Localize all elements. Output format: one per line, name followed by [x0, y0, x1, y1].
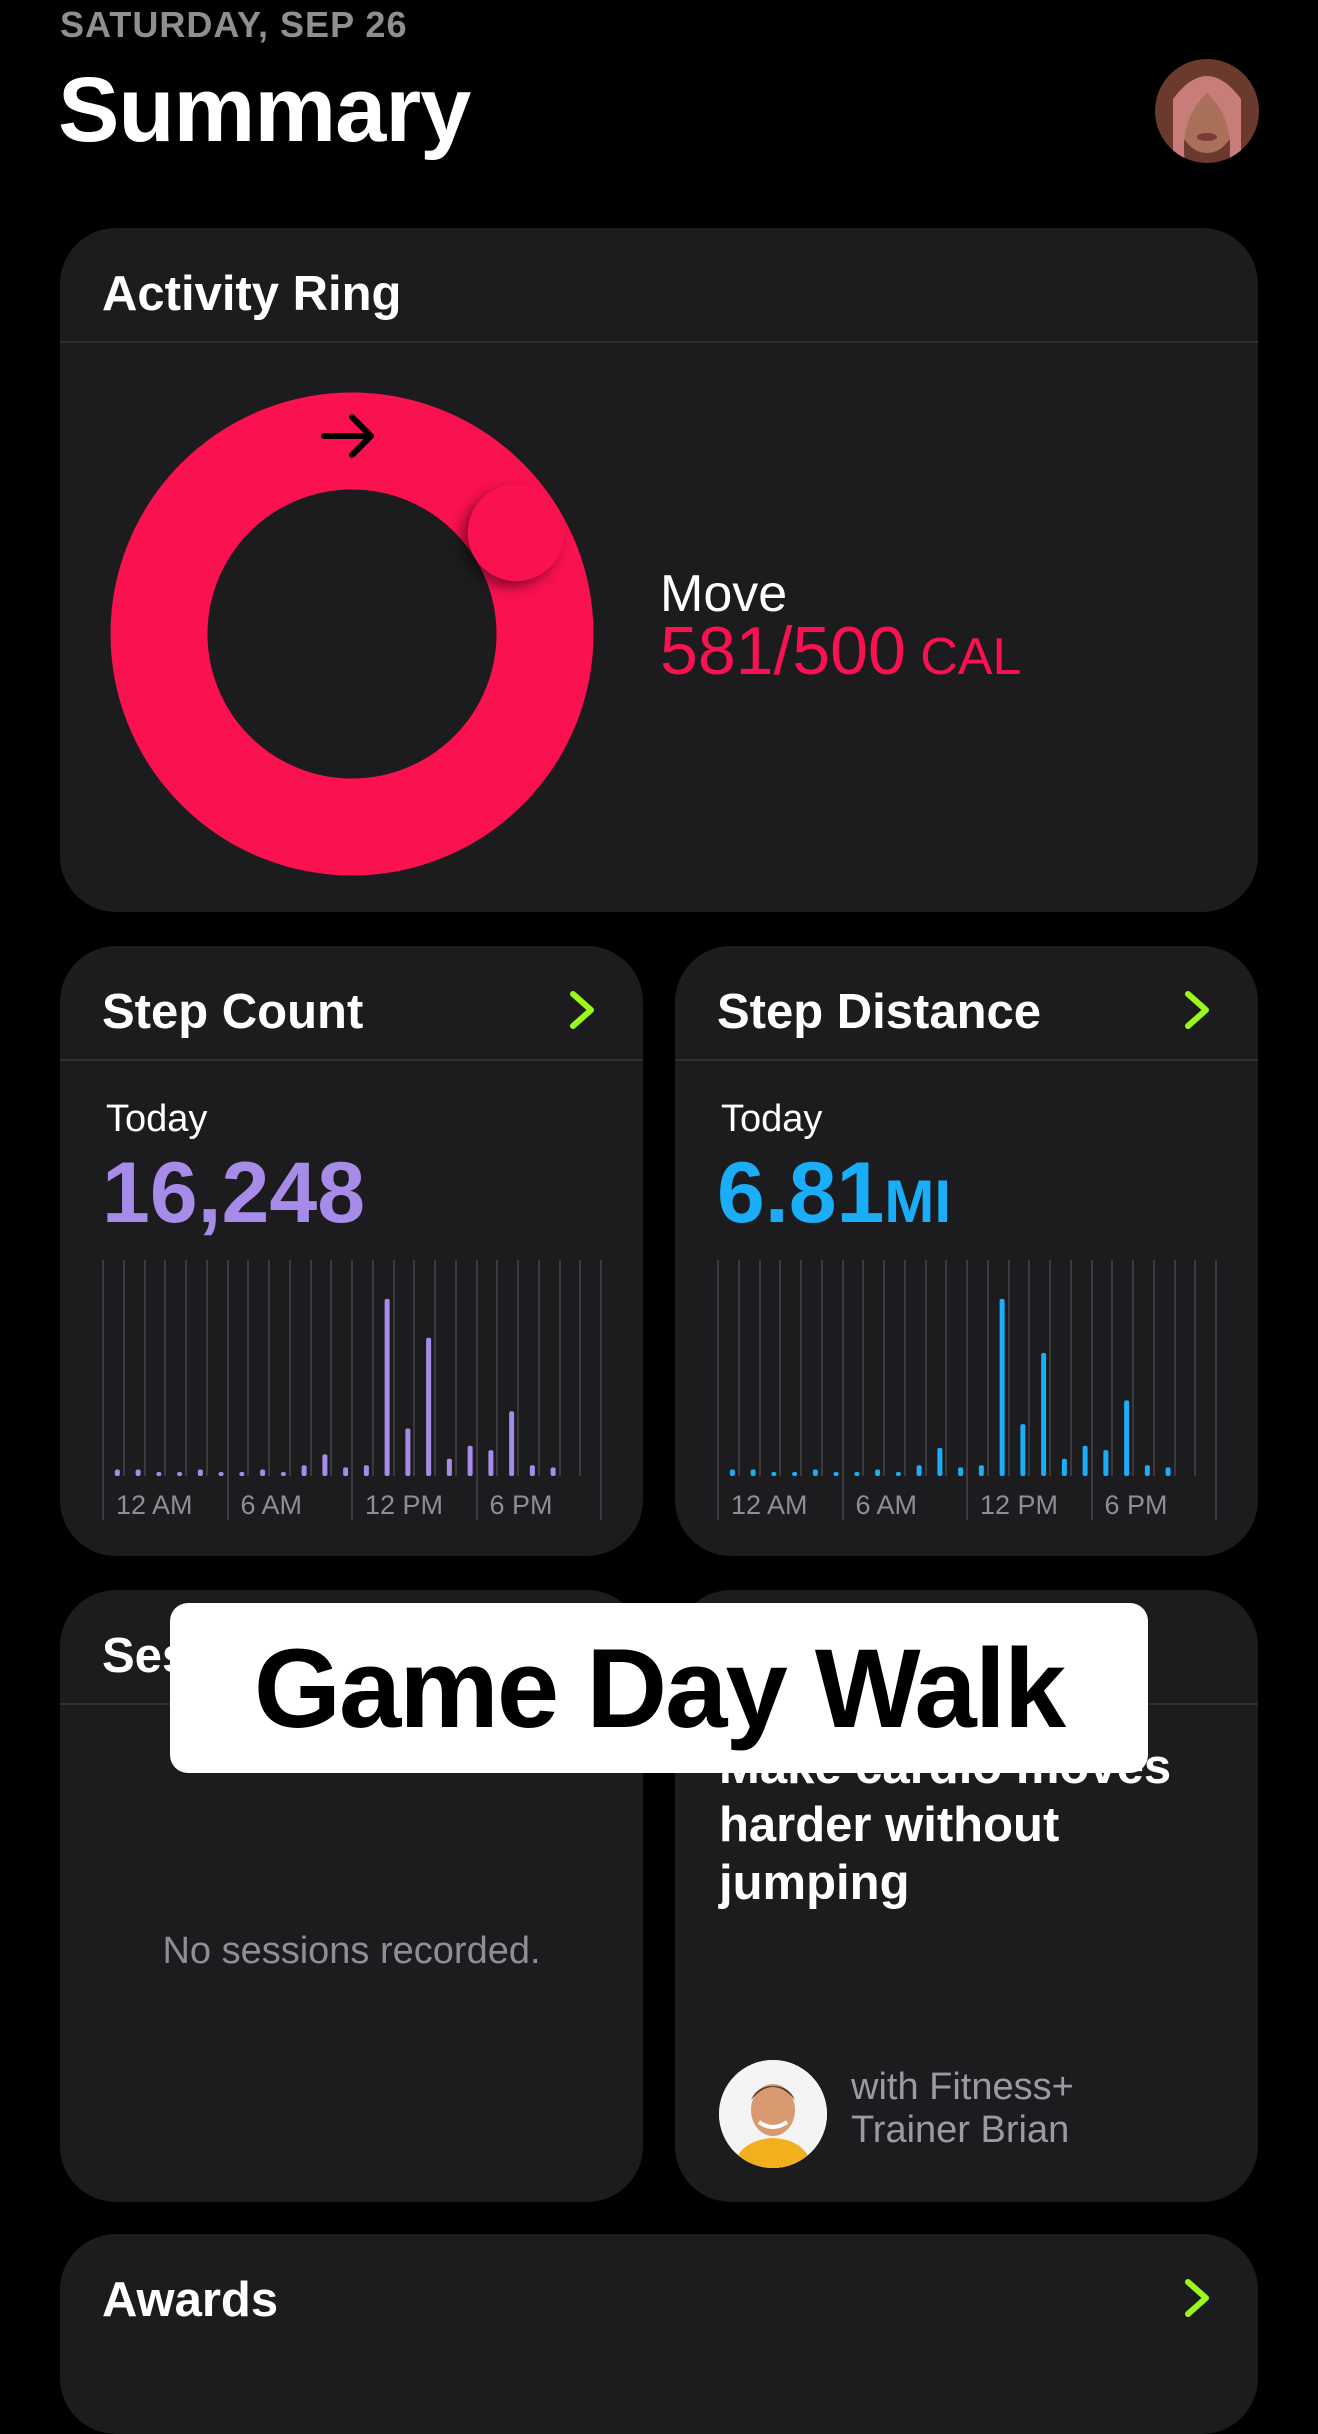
chart-bar [1041, 1352, 1047, 1476]
chart-bar [750, 1469, 756, 1476]
chart-bar [384, 1298, 390, 1476]
move-value: 581/500 CAL [660, 612, 1021, 690]
step-count-title: Step Count [102, 985, 364, 1039]
chart-bar [322, 1454, 328, 1476]
move-ring-overlap [467, 484, 565, 582]
move-unit: CAL [920, 628, 1022, 686]
chart-bar [467, 1445, 473, 1476]
chart-bar [854, 1472, 860, 1476]
step-distance-period: Today [721, 1098, 823, 1140]
step-distance-number: 6.81 [717, 1145, 885, 1241]
chart-bar [260, 1469, 266, 1476]
chart-bar [999, 1298, 1005, 1476]
chart-bar [1165, 1467, 1171, 1476]
date-label: SATURDAY, SEP 26 [60, 4, 408, 45]
chart-bar [529, 1465, 535, 1476]
chart-bar [301, 1465, 307, 1476]
chart-bar [405, 1428, 411, 1476]
chart-x-label: 6 AM [241, 1490, 303, 1520]
trainer-line-1: with Fitness+ [851, 2066, 1074, 2108]
trainer-text: with Fitness+ Trainer Brian [851, 2066, 1074, 2152]
chart-bar [1124, 1400, 1130, 1476]
chart-bar [239, 1472, 245, 1476]
chart-x-label: 12 AM [116, 1490, 193, 1520]
chevron-right-icon[interactable] [1182, 990, 1214, 1030]
activity-ring-title: Activity Ring [102, 267, 402, 321]
profile-avatar[interactable] [1155, 59, 1259, 163]
step-distance-chart: 12 AM 6 AM 12 PM 6 PM [717, 1260, 1217, 1520]
chart-bar [978, 1465, 984, 1476]
chart-bar [197, 1469, 203, 1476]
activity-ring-card[interactable]: Activity Ring Move 581/500 CAL [60, 228, 1258, 912]
step-count-value: 16,248 [102, 1145, 366, 1241]
step-count-chart: 12 AM 6 AM 12 PM 6 PM [102, 1260, 602, 1520]
chart-bar [446, 1458, 452, 1476]
caption-overlay: Game Day Walk [170, 1603, 1148, 1773]
chart-bar [156, 1472, 162, 1476]
chart-bar [812, 1469, 818, 1476]
fitness-line-1: harder without [719, 1798, 1060, 1852]
fitness-line-2: jumping [719, 1856, 910, 1910]
step-count-period: Today [106, 1098, 208, 1140]
chart-bar [550, 1467, 556, 1476]
step-distance-unit: MI [884, 1168, 952, 1235]
step-count-card[interactable]: Step Count Today 16,248 12 AM 6 AM 12 PM 6 … [60, 946, 643, 1556]
chart-bar [280, 1472, 286, 1476]
page-title: Summary [58, 59, 471, 161]
step-count-header: Step Count [60, 946, 643, 1061]
chart-bar [916, 1465, 922, 1476]
step-distance-header: Step Distance [675, 946, 1258, 1061]
chart-bar [177, 1472, 183, 1476]
chart-bar [218, 1472, 224, 1476]
chart-bar [833, 1472, 839, 1476]
chart-bar [1144, 1465, 1150, 1476]
chart-x-label: 12 PM [365, 1490, 443, 1520]
trainer-line-2: Trainer Brian [851, 2109, 1070, 2151]
chart-bar [1020, 1424, 1026, 1476]
chart-bar [135, 1469, 141, 1476]
chart-bar [937, 1447, 943, 1476]
chart-x-label: 12 PM [980, 1490, 1058, 1520]
chart-x-label: 6 AM [856, 1490, 918, 1520]
step-distance-title: Step Distance [717, 985, 1042, 1039]
chart-bar [729, 1469, 735, 1476]
chevron-right-icon[interactable] [567, 990, 599, 1030]
chart-bar [895, 1472, 901, 1476]
chart-bar [114, 1469, 120, 1476]
chart-bar [958, 1467, 964, 1476]
chart-bar [875, 1469, 881, 1476]
chart-bar [771, 1472, 777, 1476]
move-value-number: 581/500 [660, 613, 906, 689]
chart-bar [509, 1411, 515, 1476]
chart-x-label: 12 AM [731, 1490, 808, 1520]
chart-bar [1082, 1445, 1088, 1476]
trainer-avatar [719, 2060, 827, 2168]
step-distance-value: 6.81MI [717, 1144, 951, 1243]
awards-card[interactable]: Awards [60, 2234, 1258, 2434]
chart-bar [488, 1450, 494, 1476]
chart-x-label: 6 PM [1105, 1490, 1168, 1520]
activity-ring-header: Activity Ring [60, 228, 1258, 343]
sessions-empty-text: No sessions recorded. [162, 1930, 541, 1972]
chart-bar [1061, 1458, 1067, 1476]
step-distance-card[interactable]: Step Distance Today 6.81MI 12 AM 6 AM 12 P… [675, 946, 1258, 1556]
move-ring [110, 392, 594, 876]
chart-bar [363, 1465, 369, 1476]
awards-title: Awards [102, 2273, 279, 2327]
chart-bar [1103, 1450, 1109, 1476]
chevron-right-icon[interactable] [1182, 2278, 1214, 2318]
chart-bar [792, 1472, 798, 1476]
chart-bar [343, 1467, 349, 1476]
chart-x-label: 6 PM [490, 1490, 553, 1520]
chart-bar [426, 1337, 432, 1476]
